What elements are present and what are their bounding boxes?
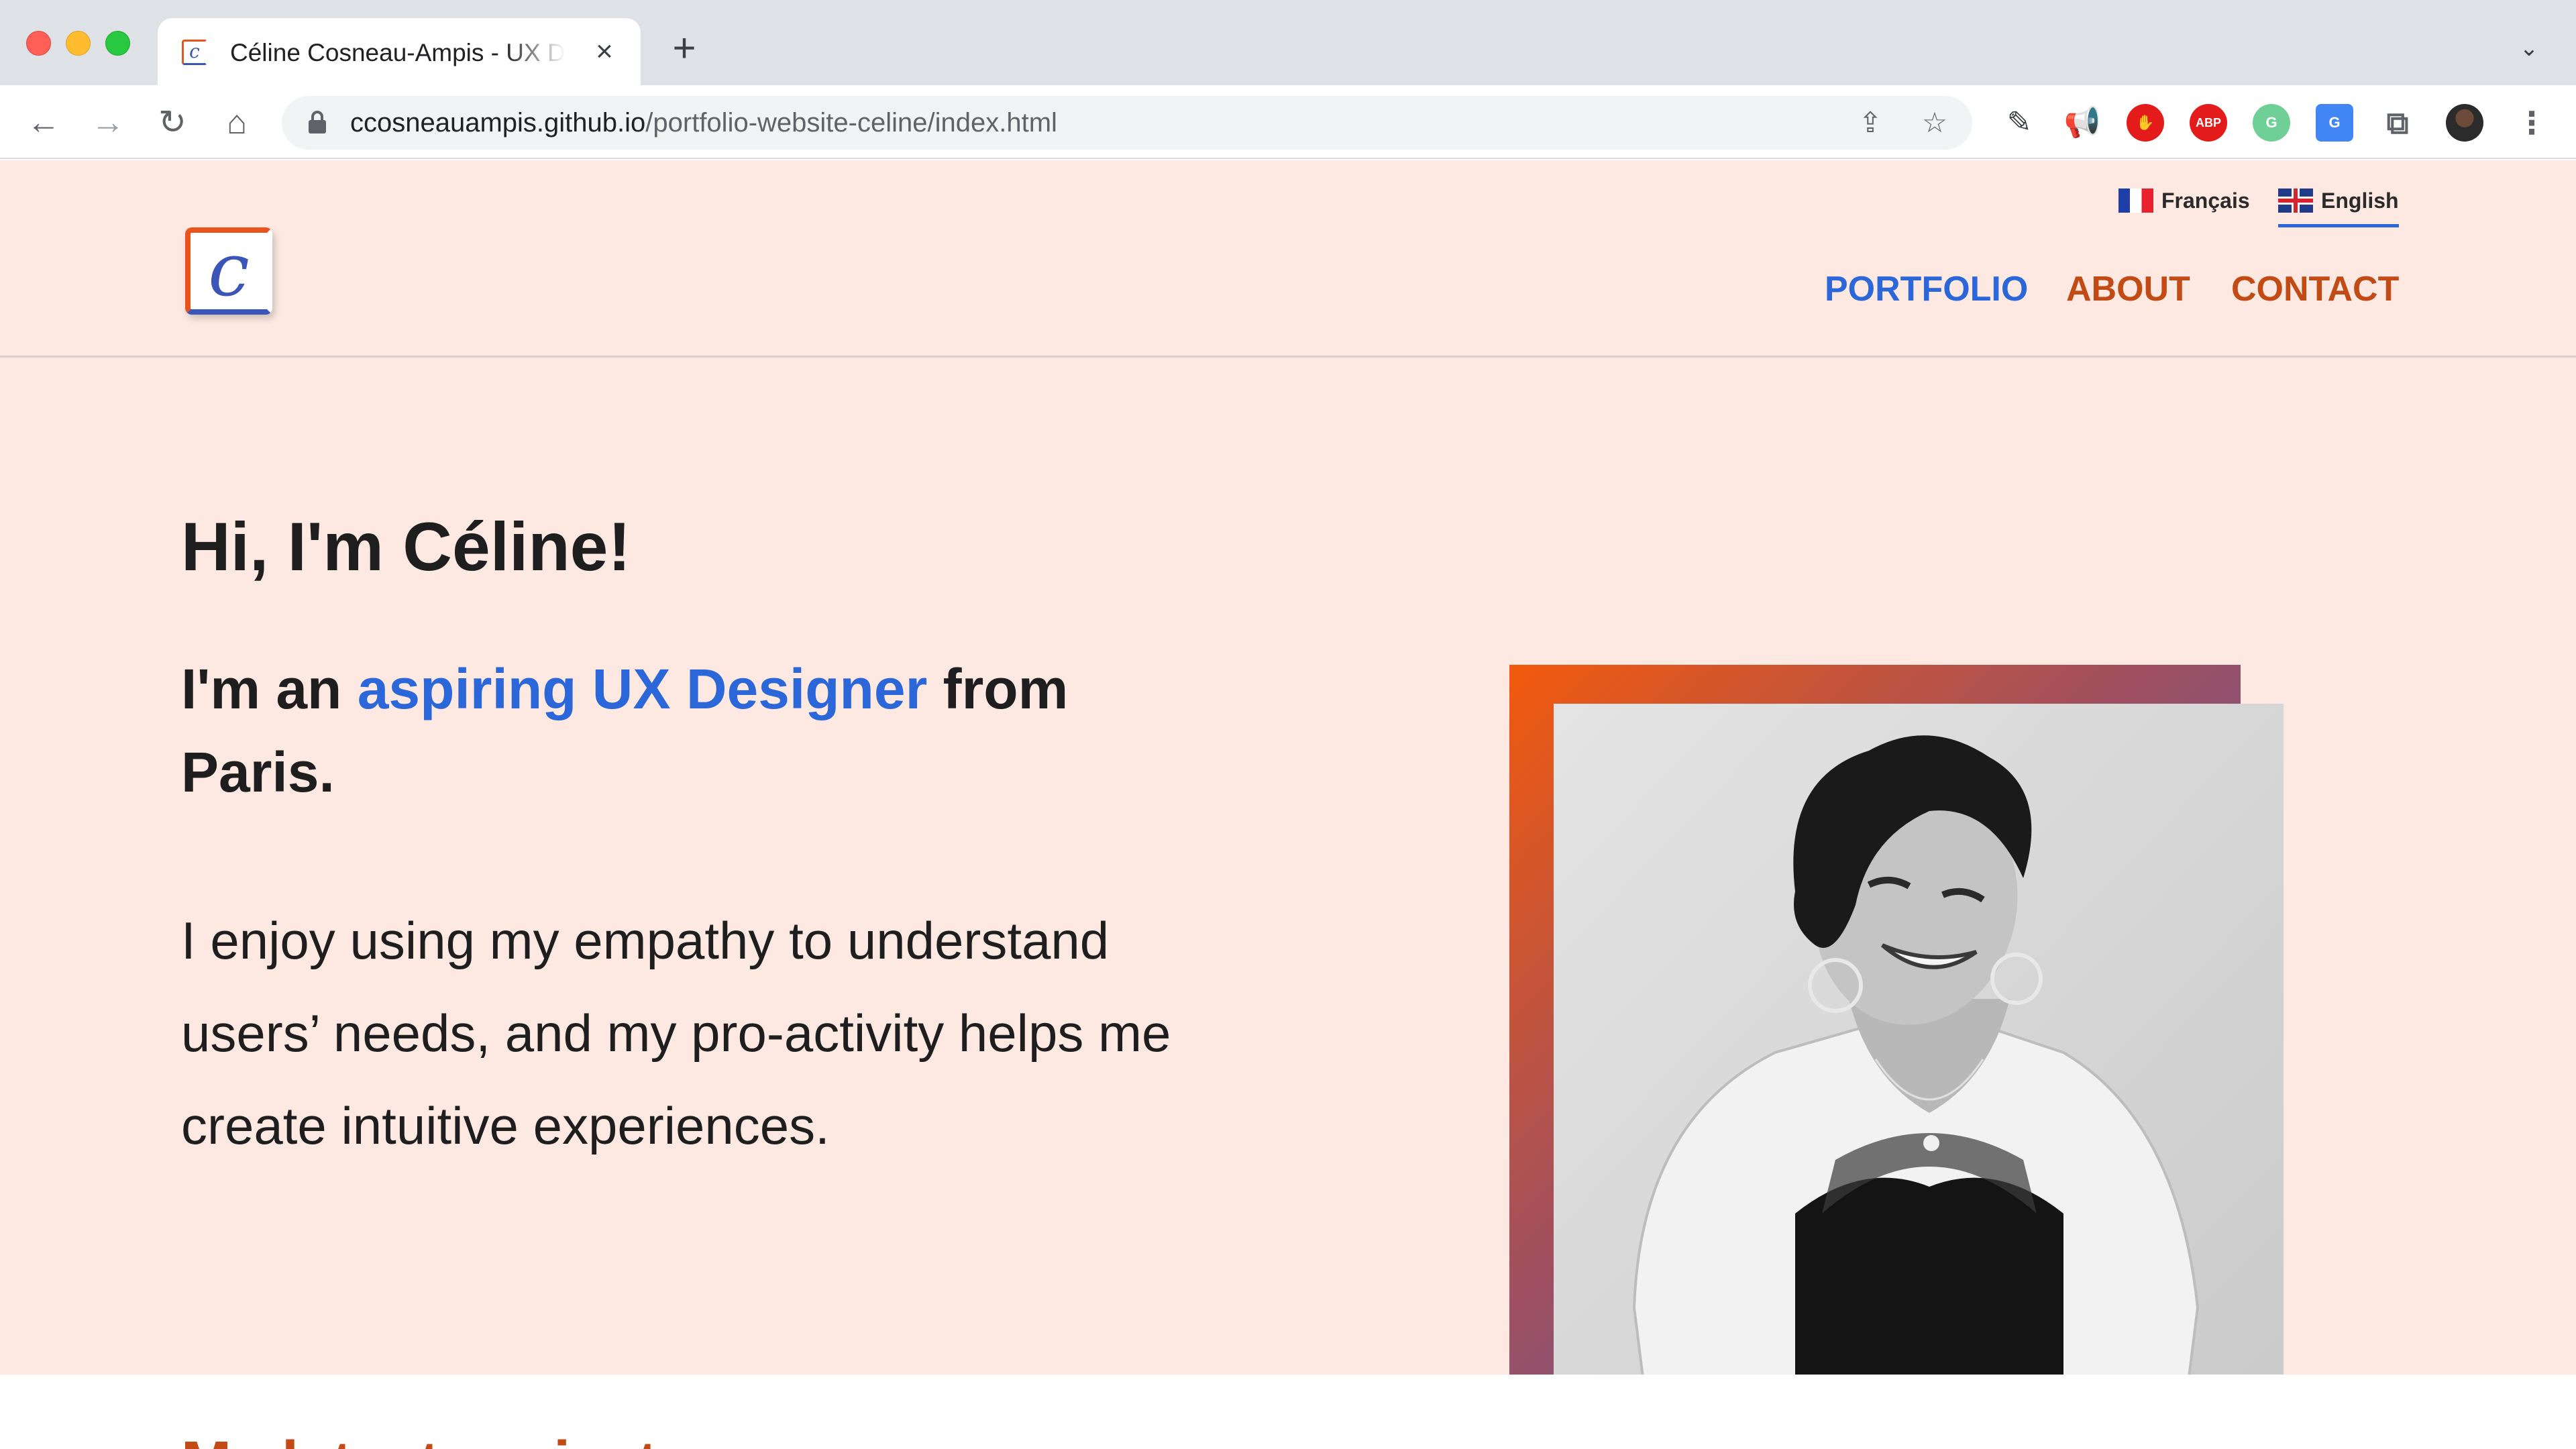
close-window-button[interactable]: [26, 31, 51, 56]
grammar-extension-icon[interactable]: G: [2253, 104, 2290, 142]
bookmark-star-icon[interactable]: ☆: [1916, 104, 1953, 142]
close-tab-icon[interactable]: ×: [587, 34, 622, 69]
home-button[interactable]: ⌂: [216, 101, 258, 143]
share-icon[interactable]: ⇪: [1851, 104, 1889, 142]
language-english-link[interactable]: English: [2278, 180, 2399, 227]
url-host: ccosneauampis.github.io: [350, 108, 646, 138]
minimize-window-button[interactable]: [66, 31, 91, 56]
lock-icon[interactable]: [307, 111, 327, 135]
tab-search-chevron-icon[interactable]: ⌄: [2510, 30, 2548, 67]
tab-title: Céline Cosneau-Ampis - UX Designer: [230, 37, 566, 69]
hero-section: Hi, I'm Céline! I'm an aspiring UX Desig…: [0, 358, 2576, 1449]
hero-subtitle: I'm an aspiring UX Designer from Paris.: [181, 647, 1120, 814]
hero-description: I enjoy using my empathy to understand u…: [181, 911, 1171, 1155]
browser-toolbar: ← → ↻ ⌂ ccosneauampis.github.io/portfoli…: [0, 85, 2576, 159]
web-page: c Français English PORTFOLIO ABOUT CONTA…: [0, 160, 2576, 1449]
stop-hand-extension-icon[interactable]: ✋: [2127, 104, 2164, 142]
address-bar[interactable]: ccosneauampis.github.io/portfolio-websit…: [282, 96, 1972, 150]
new-tab-button[interactable]: +: [664, 28, 704, 68]
uk-flag-icon: [2278, 188, 2313, 213]
forward-button[interactable]: →: [87, 101, 129, 143]
site-header: c Français English PORTFOLIO ABOUT CONTA…: [0, 160, 2576, 358]
profile-photo: [1554, 704, 2284, 1449]
megaphone-extension-icon[interactable]: 📢: [2063, 104, 2101, 142]
language-english-label: English: [2321, 189, 2399, 213]
projects-heading: My latest projects: [181, 1430, 691, 1449]
nav-contact-link[interactable]: CONTACT: [2231, 268, 2399, 311]
nav-about-link[interactable]: ABOUT: [2066, 268, 2190, 311]
url-text[interactable]: ccosneauampis.github.io/portfolio-websit…: [350, 107, 1057, 139]
maximize-window-button[interactable]: [105, 31, 130, 56]
hero-subtitle-prefix: I'm an: [181, 657, 358, 720]
color-picker-extension-icon[interactable]: ✎: [2000, 104, 2038, 142]
reload-button[interactable]: ↻: [152, 101, 193, 143]
projects-section: My latest projects: [0, 1375, 2576, 1449]
back-button[interactable]: ←: [23, 101, 64, 143]
language-french-link[interactable]: Français: [2118, 180, 2250, 227]
adblock-plus-extension-icon[interactable]: ABP: [2190, 104, 2227, 142]
nav-portfolio-link[interactable]: PORTFOLIO: [1825, 268, 2028, 311]
fr-flag-icon: [2118, 188, 2153, 213]
hero-subtitle-accent: aspiring UX Designer: [357, 657, 928, 720]
translate-extension-icon[interactable]: G: [2316, 104, 2353, 142]
hero-title: Hi, I'm Céline!: [181, 508, 631, 585]
url-path: /portfolio-website-celine/index.html: [645, 108, 1057, 138]
profile-avatar[interactable]: [2446, 104, 2483, 142]
browser-tab-active[interactable]: c Céline Cosneau-Ampis - UX Designer ×: [158, 18, 641, 85]
site-logo[interactable]: c: [185, 227, 272, 315]
browser-menu-icon[interactable]: ⋮: [2513, 104, 2551, 142]
site-favicon-icon: c: [182, 40, 207, 65]
browser-tabstrip: c Céline Cosneau-Ampis - UX Designer × +…: [0, 0, 2576, 85]
language-french-label: Français: [2161, 189, 2250, 213]
extensions-puzzle-icon[interactable]: ⧉: [2379, 104, 2416, 142]
